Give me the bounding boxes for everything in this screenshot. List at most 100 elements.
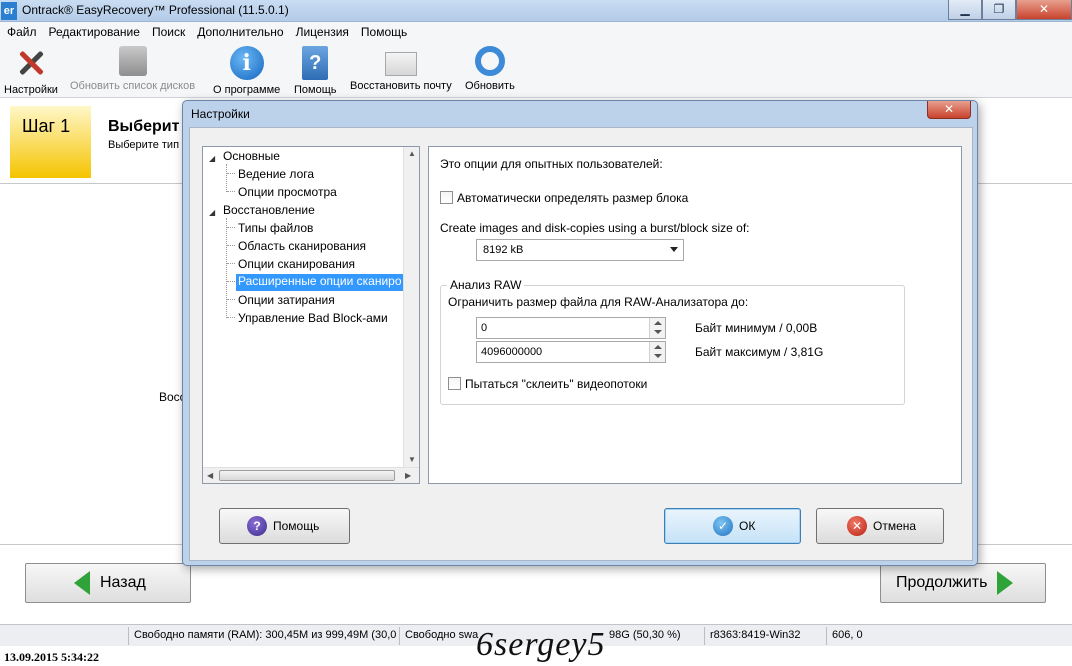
app-icon: er (1, 2, 17, 20)
tree-item-bad-blocks[interactable]: Управление Bad Block-ами (238, 311, 388, 325)
step-subtitle: Выберите тип (108, 139, 180, 151)
increment-icon[interactable] (654, 321, 662, 325)
settings-dialog: Настройки ✕ ◢ Основные Ведение лога Опци… (182, 100, 978, 566)
watermark: 6sergey5 (476, 626, 606, 663)
auto-block-size-label: Автоматически определять размер блока (457, 191, 689, 205)
checkmark-icon: ✓ (713, 516, 733, 536)
minimize-icon[interactable]: ▁ (948, 0, 982, 20)
tree-connector (227, 299, 235, 300)
tree-connector (227, 281, 235, 282)
menu-bar: Файл Редактирование Поиск Дополнительно … (0, 22, 1072, 42)
help-book-icon: ? (302, 46, 329, 80)
dialog-title: Настройки (191, 107, 250, 121)
next-button[interactable]: Продолжить (880, 563, 1046, 603)
scroll-right-icon[interactable]: ▶ (405, 471, 411, 480)
refresh-icon (474, 46, 505, 76)
maximize-icon[interactable]: ❐ (982, 0, 1016, 20)
burst-size-select[interactable]: 8192 kB (476, 239, 684, 261)
info-icon: i (229, 46, 264, 80)
step-badge-label: Шаг 1 (22, 116, 71, 136)
tree-item-general[interactable]: Основные (223, 149, 280, 163)
menu-file[interactable]: Файл (2, 25, 44, 39)
tree-horizontal-scrollbar[interactable]: ◀ ▶ (203, 467, 419, 483)
cancel-button[interactable]: ✕ Отмена (816, 508, 944, 544)
scroll-left-icon[interactable]: ◀ (207, 471, 213, 480)
restore-mail-button[interactable]: Восстановить почту (350, 46, 452, 92)
tree-item-wipe-options[interactable]: Опции затирания (238, 293, 335, 307)
help-button-label: Помощь (294, 84, 337, 96)
update-button[interactable]: Обновить (465, 46, 515, 92)
tree-vertical-scrollbar[interactable]: ▲ ▼ (403, 147, 419, 468)
step-title: Выберит (108, 118, 180, 135)
collapse-icon[interactable]: ◢ (209, 208, 215, 217)
glue-video-checkbox[interactable] (448, 377, 461, 390)
tree-connector (227, 263, 235, 264)
mail-icon (384, 52, 417, 76)
arrow-left-icon (74, 571, 90, 595)
status-build: r8363:8419-Win32 (710, 629, 801, 641)
help-icon: ? (247, 516, 267, 536)
min-size-stepper[interactable]: 0 (476, 317, 666, 339)
status-separator (826, 627, 827, 645)
options-intro: Это опции для опытных пользователей: (440, 157, 663, 171)
ok-button[interactable]: ✓ ОК (664, 508, 801, 544)
scroll-down-icon[interactable]: ▼ (408, 455, 416, 464)
refresh-disks-button-label: Обновить список дисков (70, 80, 196, 92)
back-button-label: Назад (100, 574, 146, 591)
tree-item-advanced-scan[interactable]: Расширенные опции сканиро (236, 274, 403, 291)
update-button-label: Обновить (465, 80, 515, 92)
min-size-label: Байт минимум / 0,00B (695, 321, 818, 335)
status-separator (128, 627, 129, 645)
settings-button[interactable]: Настройки (4, 46, 58, 96)
collapse-icon[interactable]: ◢ (209, 154, 215, 163)
ok-button-label: ОК (739, 519, 756, 533)
tree-item-recovery[interactable]: Восстановление (223, 203, 315, 217)
tree-connector (226, 218, 227, 318)
menu-help[interactable]: Помощь (356, 25, 414, 39)
tree-connector (227, 245, 235, 246)
tools-icon (14, 46, 48, 80)
stepper-buttons[interactable] (649, 318, 665, 338)
decrement-icon[interactable] (654, 330, 662, 334)
burst-size-value: 8192 kB (483, 244, 524, 256)
increment-icon[interactable] (654, 345, 662, 349)
decrement-icon[interactable] (654, 354, 662, 358)
auto-block-size-checkbox[interactable] (440, 191, 453, 204)
chevron-down-icon (670, 247, 678, 252)
stepper-buttons[interactable] (649, 342, 665, 362)
status-swap: Свободно swa (405, 629, 479, 641)
menu-license[interactable]: Лицензия (291, 25, 356, 39)
close-icon[interactable]: ✕ (927, 101, 971, 119)
cancel-icon: ✕ (847, 516, 867, 536)
tree-item-view-options[interactable]: Опции просмотра (238, 185, 337, 199)
min-size-value: 0 (481, 322, 488, 334)
restore-mail-button-label: Восстановить почту (350, 80, 452, 92)
back-button[interactable]: Назад (25, 563, 191, 603)
close-icon[interactable]: ✕ (1016, 0, 1072, 20)
raw-limit-label: Ограничить размер файла для RAW-Анализат… (448, 295, 749, 309)
tree-item-scan-area[interactable]: Область сканирования (238, 239, 366, 253)
toolbar: Настройки Обновить список дисков i О про… (0, 42, 1072, 98)
tree-item-file-types[interactable]: Типы файлов (238, 221, 313, 235)
capture-timestamp: 13.09.2015 5:34:22 (4, 650, 99, 664)
scroll-up-icon[interactable]: ▲ (408, 149, 416, 158)
menu-search[interactable]: Поиск (147, 25, 192, 39)
help-button[interactable]: ? Помощь (294, 46, 337, 96)
tree-connector (227, 173, 235, 174)
max-size-label: Байт максимум / 3,81G (695, 345, 824, 359)
about-button-label: О программе (213, 84, 281, 96)
tree-item-scan-options[interactable]: Опции сканирования (238, 257, 355, 271)
status-coords: 606, 0 (832, 629, 863, 641)
disk-icon (118, 46, 147, 76)
menu-advanced[interactable]: Дополнительно (192, 25, 290, 39)
dialog-help-button[interactable]: ? Помощь (219, 508, 350, 544)
scrollbar-thumb[interactable] (219, 470, 395, 481)
menu-edit[interactable]: Редактирование (44, 25, 147, 39)
tree-item-logging[interactable]: Ведение лога (238, 167, 314, 181)
glue-video-label: Пытаться "склеить" видеопотоки (465, 377, 648, 391)
max-size-stepper[interactable]: 4096000000 (476, 341, 666, 363)
raw-analysis-title: Анализ RAW (447, 278, 525, 292)
about-button[interactable]: i О программе (213, 46, 280, 96)
refresh-disks-button[interactable]: Обновить список дисков (70, 46, 195, 92)
window-title: Ontrack® EasyRecovery™ Professional (11.… (22, 3, 289, 17)
